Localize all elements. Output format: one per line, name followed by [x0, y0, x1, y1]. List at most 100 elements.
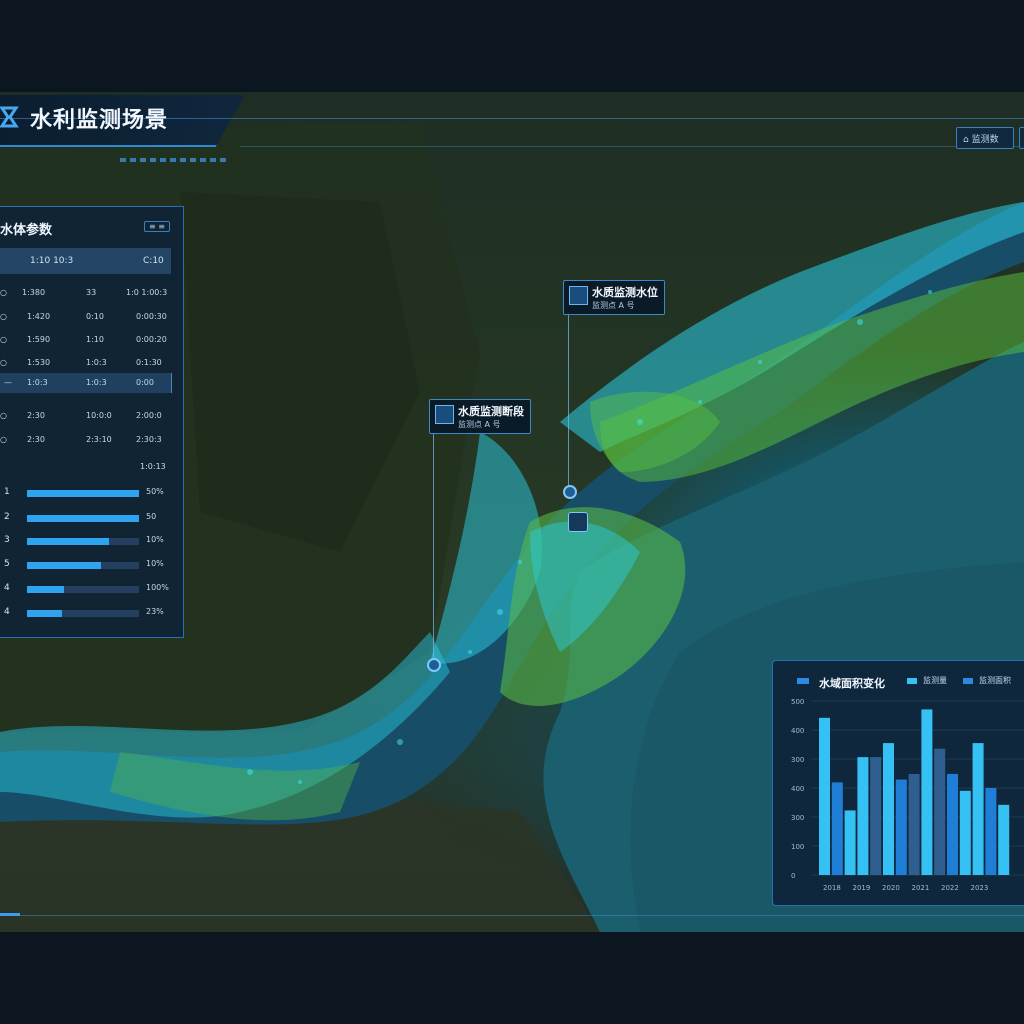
y-tick-label: 300 [791, 814, 804, 822]
top-button-partial[interactable] [1019, 127, 1024, 149]
water-params-panel: 水体参数 ≡ ≡ 1:10 10:3 C:10 ○ 1:380 33 1:0 1… [0, 206, 184, 638]
table-cell: 1:380 [22, 288, 46, 297]
y-tick-label: 400 [791, 785, 804, 793]
table-cell: 2:00:0 [136, 411, 162, 420]
map-label-title: 水质监测水位 [592, 286, 658, 299]
x-tick-label: 2019 [853, 884, 871, 892]
bottom-background [0, 932, 1024, 1024]
table-cell: 1:0:3 [27, 378, 48, 387]
bar-index: 3 [4, 535, 10, 545]
x-tick-label: 2022 [941, 884, 959, 892]
row-marker: ○ [0, 411, 7, 420]
chart-bar[interactable] [934, 748, 946, 875]
table-cell: 1:0:3 [86, 358, 107, 367]
location-pin-icon[interactable] [563, 485, 577, 499]
bar-index: 5 [4, 559, 10, 569]
x-tick-label: 2020 [882, 884, 900, 892]
chart-bar[interactable] [921, 709, 933, 875]
location-marker-icon[interactable] [568, 512, 588, 532]
bar-chart: 500 400 300 400 300 100 0 2018 2019 2020 2021 2022 2… [791, 698, 1024, 892]
bar-fill [27, 490, 139, 497]
bar-row: 4 100% [0, 583, 183, 597]
water-logo-icon [0, 106, 19, 128]
water-area-chart-panel: 水域面积变化 监测量 监测面积 500 400 300 400 300 100 0 2018 2… [772, 660, 1024, 906]
bar-index: 4 [4, 583, 10, 593]
title-marker [797, 678, 809, 684]
table-row[interactable]: ○ 1:590 1:10 0:00:20 [0, 330, 171, 350]
panel-menu-button[interactable]: ≡ ≡ [144, 221, 170, 232]
y-tick-label: 400 [791, 727, 804, 735]
row-marker: ○ [0, 288, 7, 297]
bar-track [27, 515, 139, 522]
chart-bar[interactable] [972, 743, 984, 875]
chart-bar[interactable] [947, 773, 958, 875]
y-tick-label: 300 [791, 756, 804, 764]
top-background [0, 0, 1024, 92]
footer-divider [0, 915, 1024, 916]
table-cell: 0:1:30 [136, 358, 162, 367]
row-marker: ○ [0, 335, 7, 344]
legend-label: 监测面积 [979, 676, 1011, 685]
table-header-cell: C:10 [143, 256, 164, 266]
table-row-selected[interactable]: — 1:0:3 1:0:3 0:00 [0, 373, 172, 393]
table-cell: 1:0 1:00:3 [126, 288, 168, 297]
bar-track [27, 610, 139, 617]
bar-value: 10% [146, 559, 164, 568]
chart-bar[interactable] [908, 773, 920, 875]
y-tick-label: 100 [791, 843, 804, 851]
map-label-sub: 监测点 A 号 [592, 301, 635, 310]
monitor-icon [569, 286, 588, 305]
table-row[interactable]: ○ 2:30 10:0:0 2:00:0 [0, 406, 171, 426]
table-cell: 0:00:20 [136, 335, 167, 344]
chart-bar[interactable] [985, 788, 997, 875]
table-cell: 2:30 [27, 411, 45, 420]
label-leader-line [433, 432, 434, 660]
map-label-title: 水质监测断段 [458, 405, 524, 418]
header-divider-lower [240, 146, 1024, 147]
chart-bar[interactable] [883, 743, 894, 875]
bar-index: 2 [4, 512, 10, 522]
chart-bar[interactable] [895, 779, 907, 875]
table-cell: 33 [86, 288, 97, 297]
bar-value: 50% [146, 487, 164, 496]
table-cell: 1:0:3 [86, 378, 107, 387]
x-tick-label: 2021 [912, 884, 930, 892]
chart-bar[interactable] [870, 757, 882, 875]
location-pin-icon[interactable] [427, 658, 441, 672]
x-tick-label: 2023 [971, 884, 989, 892]
monitor-button[interactable]: ⌂ 监测数 [956, 127, 1014, 149]
chart-bar[interactable] [819, 717, 830, 875]
bar-fill [27, 562, 101, 569]
table-row[interactable]: ○ 2:30 2:3:10 2:30:3 [0, 430, 171, 450]
bar-track [27, 562, 139, 569]
bar-row: 2 50 [0, 512, 183, 526]
table-cell: 0:10 [86, 312, 104, 321]
table-cell: 2:3:10 [86, 435, 112, 444]
table-row[interactable]: ○ 1:420 0:10 0:00:30 [0, 307, 171, 327]
bar-fill [27, 515, 139, 522]
chart-bar[interactable] [959, 790, 971, 875]
chart-bar[interactable] [998, 804, 1010, 875]
bar-value: 50 [146, 512, 157, 521]
chart-bar[interactable] [844, 810, 856, 875]
table-header-cell: 1:10 10:3 [30, 256, 74, 266]
y-tick-label: 0 [791, 872, 795, 880]
bar-track [27, 490, 139, 497]
chart-bar[interactable] [857, 757, 869, 875]
map-label-water-level[interactable]: 水质监测水位 监测点 A 号 [563, 280, 665, 315]
table-cell: 0:00:30 [136, 312, 167, 321]
chart-bar[interactable] [831, 782, 843, 875]
table-cell: 1:10 [86, 335, 104, 344]
bar-row: 1 50% [0, 487, 183, 501]
footer-accent [0, 913, 20, 916]
table-cell: 0:00 [136, 378, 154, 387]
table-row[interactable]: ○ 1:530 1:0:3 0:1:30 [0, 353, 171, 373]
table-row[interactable]: ○ 1:380 33 1:0 1:00:3 [0, 283, 171, 303]
map-label-water-section[interactable]: 水质监测断段 监测点 A 号 [429, 399, 531, 434]
row-marker: ○ [0, 358, 7, 367]
bar-index: 1 [4, 487, 10, 497]
row-marker: ○ [0, 435, 7, 444]
bar-fill [27, 586, 64, 593]
app-title: 水利监测场景 [30, 108, 169, 133]
table-cell: 1:590 [27, 335, 51, 344]
